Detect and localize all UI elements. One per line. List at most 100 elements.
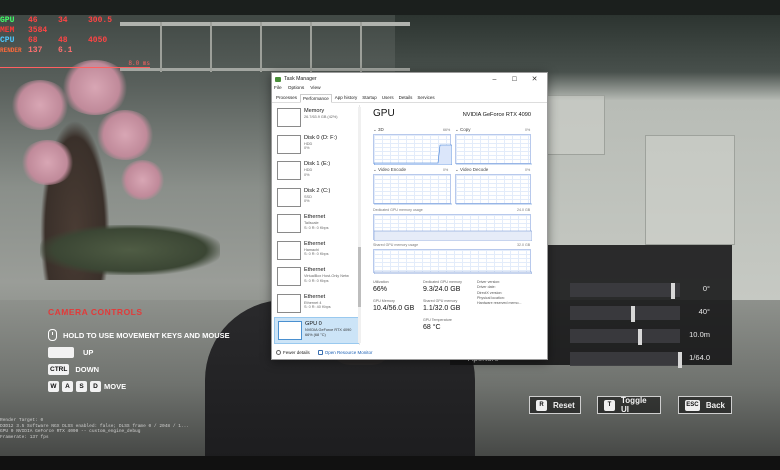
resource-item-ethernet-tailscale[interactable]: Ethernet Tailscale S: 0 R: 0 Kbps: [274, 211, 359, 238]
overlay-value: 6.1: [58, 45, 73, 55]
resource-detail: NVIDIA GeForce RTX 4090: [305, 328, 352, 332]
resource-usage: S: 0 R: 0 Kbps: [304, 252, 329, 257]
dedicated-memory-label: Dedicated GPU memory: [423, 280, 462, 284]
resource-item-disk0[interactable]: Disk 0 (D: F:) HDD 0%: [274, 132, 359, 159]
open-resource-monitor-link[interactable]: Open Resource Monitor: [317, 349, 373, 355]
resource-item-gpu0[interactable]: GPU 0 NVIDIA GeForce RTX 4090 66% (68 °C…: [274, 317, 359, 344]
toggle-ui-button[interactable]: T Toggle UI: [597, 396, 661, 414]
menu-file[interactable]: File: [274, 86, 282, 91]
overlay-label: GPU: [0, 15, 15, 25]
mini-graph: [277, 108, 301, 127]
scrollbar-thumb[interactable]: [358, 247, 361, 307]
fewer-details-button[interactable]: Fewer details: [276, 349, 310, 355]
mouse-icon: [48, 329, 57, 341]
dedicated-memory-value: 9.3/24.0 GB: [423, 286, 461, 293]
setting-slider[interactable]: [570, 352, 680, 366]
resource-name: Disk 2 (C:): [304, 187, 331, 194]
resource-item-ethernet-hamachi[interactable]: Ethernet Hamachi S: 0 R: 0 Kbps: [274, 238, 359, 265]
gpu-model: NVIDIA GeForce RTX 4090: [462, 112, 531, 118]
fewer-details-label: Fewer details: [283, 349, 310, 355]
dedicated-graph-max: 24.0 GB: [517, 208, 531, 212]
setting-value: 40°: [698, 307, 710, 316]
shared-memory-value: 1.1/32.0 GB: [423, 305, 461, 312]
overlay-value: 48: [58, 35, 68, 45]
w-key: W: [48, 380, 59, 392]
tab-processes[interactable]: Processes: [274, 94, 299, 102]
railing-post: [260, 22, 262, 72]
overlay-value: 68: [28, 35, 38, 45]
overlay-row-render: RENDER 137 6.1: [0, 45, 118, 55]
setting-slider[interactable]: [570, 329, 680, 343]
blossom: [120, 160, 165, 200]
toggle-ui-label: Toggle UI: [621, 396, 647, 414]
shared-graph-label: Shared GPU memory usage: [373, 243, 419, 247]
resource-usage: S: 0 R: 0 Kbps: [304, 225, 329, 230]
mini-graph: [277, 214, 301, 233]
maximize-icon[interactable]: ☐: [506, 73, 523, 85]
tab-details[interactable]: Details: [397, 94, 415, 102]
overlay-value: 3584: [28, 25, 48, 35]
slider-thumb[interactable]: [638, 329, 643, 345]
blossom: [95, 110, 155, 160]
a-key: A: [62, 380, 73, 392]
frametime-line: [0, 67, 150, 68]
mini-graph: [277, 293, 301, 313]
resource-item-ethernet-virtualbox[interactable]: Ethernet VirtualBox Host-Only Netw S: 0 …: [274, 264, 359, 291]
overlay-value: 46: [28, 15, 38, 25]
engine-graph-video-decode: [455, 174, 532, 205]
back-button[interactable]: ESC Back: [678, 396, 732, 414]
engine-percent: 0%: [443, 168, 449, 172]
back-label: Back: [705, 400, 725, 410]
tab-users[interactable]: Users: [380, 94, 396, 102]
utilization-value: 66%: [373, 286, 388, 293]
slider-thumb[interactable]: [671, 283, 676, 299]
mini-graph: [277, 134, 301, 154]
resource-item-ethernet-4[interactable]: Ethernet Ethernet 4 S: 0 R: 40 Kbps: [274, 291, 359, 318]
resource-item-memory[interactable]: Memory 26.7/63.9 GB (42%): [274, 105, 359, 132]
railing-post: [360, 22, 362, 72]
shared-graph-max: 32.0 GB: [517, 243, 531, 247]
tab-app-history[interactable]: App history: [333, 94, 360, 102]
overlay-label: MEM: [0, 25, 15, 35]
task-manager-window: Task Manager – ☐ ✕ File Options View Pro…: [271, 72, 548, 360]
t-key: T: [604, 399, 615, 411]
bush: [40, 225, 220, 275]
engine-graph-3d: [373, 134, 452, 165]
engine-label: ⌄ Video Encode: [373, 167, 406, 172]
close-icon[interactable]: ✕: [526, 73, 543, 85]
menu-options[interactable]: Options: [288, 86, 305, 91]
d-key: D: [90, 380, 101, 392]
tab-startup[interactable]: Startup: [360, 94, 379, 102]
camera-hint-line: HOLD TO USE MOVEMENT KEYS AND MOUSE: [48, 327, 230, 343]
task-manager-icon: [275, 76, 281, 82]
wall-panel: [645, 135, 735, 245]
shared-memory-label: Shared GPU memory: [423, 299, 458, 303]
hardware-reserved-label: Hardware reserved memo...: [477, 301, 522, 306]
setting-slider[interactable]: [570, 306, 680, 320]
utilization-label: Utilization: [373, 280, 389, 284]
engine-percent: 0%: [525, 128, 531, 132]
sidebar-scrollbar[interactable]: [358, 107, 361, 343]
resource-item-disk1[interactable]: Disk 1 (E:) HDD 0%: [274, 158, 359, 185]
resource-usage: S: 0 R: 0 Kbps: [304, 278, 329, 283]
camera-down-line: CTRL DOWN: [48, 361, 230, 377]
engine-graph-video-encode: [373, 174, 452, 205]
minimize-icon[interactable]: –: [486, 73, 503, 85]
tab-services[interactable]: Services: [415, 94, 436, 102]
menu-view[interactable]: View: [310, 86, 320, 91]
tab-performance[interactable]: Performance: [300, 94, 332, 103]
setting-slider[interactable]: [570, 283, 680, 297]
driver-info: Driver version: Driver date: DirectX ver…: [477, 280, 522, 306]
engine-percent: 66%: [443, 128, 451, 132]
resource-item-disk2[interactable]: Disk 2 (C:) SSD 0%: [274, 185, 359, 212]
engine-label: ⌄ Copy: [455, 127, 471, 132]
reset-button[interactable]: R Reset: [529, 396, 581, 414]
footer-bar: Fewer details Open Resource Monitor: [272, 345, 547, 359]
debug-console: Render Target: 0 D3D12 3.5 Software NGX …: [0, 418, 200, 440]
railing: [120, 22, 410, 26]
slider-thumb[interactable]: [677, 352, 682, 368]
resource-monitor-label: Open Resource Monitor: [324, 349, 373, 355]
mini-graph: [277, 240, 301, 260]
resource-name: Disk 0 (D: F:): [304, 134, 337, 141]
slider-thumb[interactable]: [630, 306, 635, 322]
